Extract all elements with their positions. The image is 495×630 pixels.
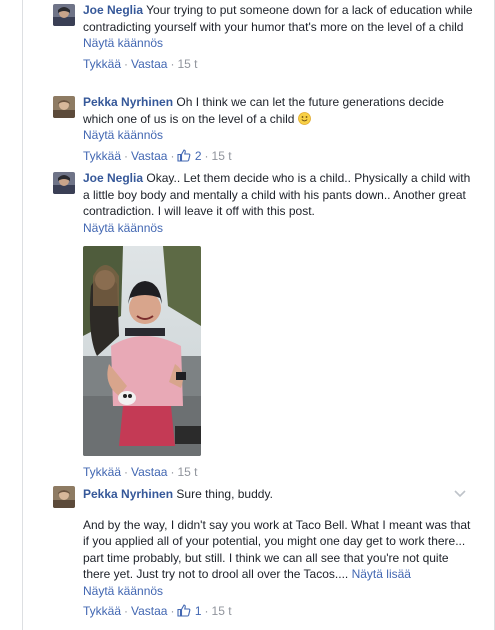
see-more-link[interactable]: Näytä lisää bbox=[352, 567, 411, 581]
like-button[interactable]: Tykkää bbox=[83, 149, 121, 163]
thumbs-up-icon[interactable] bbox=[177, 603, 191, 623]
comment-actions: Tykkää · Vastaa · 2 · 15 t bbox=[83, 146, 473, 168]
comment: Joe Neglia Okay.. Let them decide who is… bbox=[53, 170, 473, 482]
like-button[interactable]: Tykkää bbox=[83, 604, 121, 618]
translate-link[interactable]: Näytä käännös bbox=[83, 220, 473, 237]
timestamp[interactable]: 15 t bbox=[177, 57, 197, 71]
comment-text-continued: And by the way, I didn't say you work at… bbox=[83, 517, 471, 582]
chevron-down-icon[interactable] bbox=[454, 487, 466, 501]
avatar[interactable] bbox=[53, 96, 75, 118]
comment: Pekka Nyrhinen Sure thing, buddy. And by… bbox=[53, 484, 473, 623]
comment-author[interactable]: Joe Neglia bbox=[83, 3, 143, 17]
avatar[interactable] bbox=[53, 4, 75, 26]
comment-author[interactable]: Pekka Nyrhinen bbox=[83, 95, 173, 109]
comment-actions: Tykkää · Vastaa · 15 t bbox=[83, 465, 198, 479]
timestamp[interactable]: 15 t bbox=[177, 465, 197, 479]
like-count[interactable]: 1 bbox=[195, 604, 202, 618]
thumbs-up-icon[interactable] bbox=[177, 148, 191, 168]
reply-button[interactable]: Vastaa bbox=[131, 465, 167, 479]
comment-text: Sure thing, buddy. bbox=[176, 487, 273, 501]
like-count[interactable]: 2 bbox=[195, 149, 202, 163]
smiley-emoji-icon bbox=[297, 111, 311, 125]
reply-button[interactable]: Vastaa bbox=[131, 604, 167, 618]
avatar[interactable] bbox=[53, 172, 75, 194]
avatar[interactable] bbox=[53, 486, 75, 508]
comment: Pekka Nyrhinen Oh I think we can let the… bbox=[53, 94, 473, 168]
comment-author[interactable]: Joe Neglia bbox=[83, 171, 143, 185]
comment-photo[interactable] bbox=[83, 246, 201, 456]
like-button[interactable]: Tykkää bbox=[83, 465, 121, 479]
thread-rule bbox=[22, 0, 23, 630]
timestamp[interactable]: 15 t bbox=[212, 604, 232, 618]
reply-button[interactable]: Vastaa bbox=[131, 57, 167, 71]
comment-author[interactable]: Pekka Nyrhinen bbox=[83, 487, 173, 501]
comment-actions: Tykkää · Vastaa · 15 t bbox=[83, 56, 198, 71]
comment: Joe Neglia Your trying to put someone do… bbox=[53, 2, 473, 74]
translate-link[interactable]: Näytä käännös bbox=[83, 35, 473, 52]
translate-link[interactable]: Näytä käännös bbox=[83, 583, 473, 600]
reply-button[interactable]: Vastaa bbox=[131, 149, 167, 163]
like-button[interactable]: Tykkää bbox=[83, 57, 121, 71]
timestamp[interactable]: 15 t bbox=[212, 149, 232, 163]
translate-link[interactable]: Näytä käännös bbox=[83, 127, 473, 144]
comment-actions: Tykkää · Vastaa · 1 · 15 t bbox=[83, 601, 473, 623]
